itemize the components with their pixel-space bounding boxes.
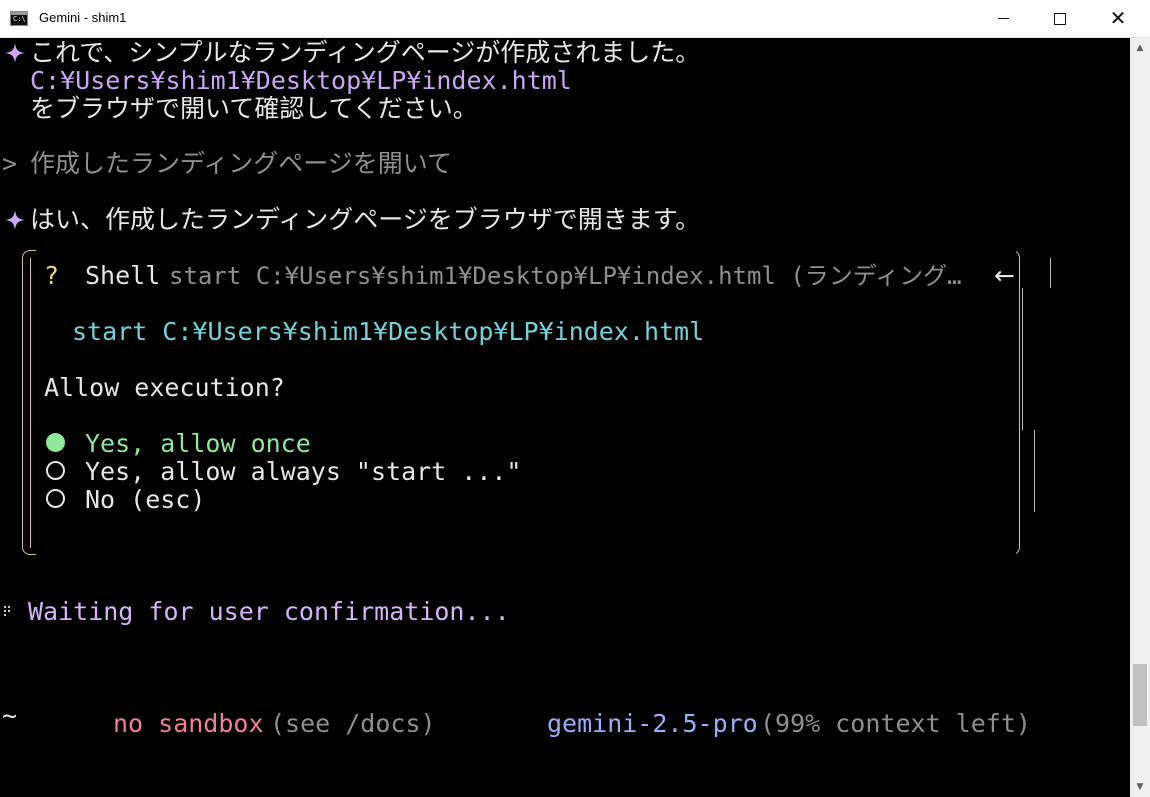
option-allow-always[interactable]: Yes, allow always "start ..." (85, 458, 522, 486)
close-icon: ✕ (1109, 6, 1127, 30)
file-path: C:¥Users¥shim1¥Desktop¥LP¥index.html (30, 66, 572, 95)
tool-name: Shell (85, 261, 161, 290)
minimize-button[interactable] (976, 0, 1032, 38)
gemini-sparkle-icon (5, 210, 25, 230)
sandbox-status: no sandbox (113, 709, 264, 738)
user-prompt-text: 作成したランディングページを開いて (30, 149, 453, 178)
prompt-marker: > (2, 149, 18, 178)
scroll-thumb[interactable] (1133, 664, 1147, 726)
radio-unselected-icon[interactable] (46, 489, 65, 508)
minimize-icon (998, 18, 1009, 19)
console-app-icon: C:\ (10, 11, 28, 26)
shell-command: start C:¥Users¥shim1¥Desktop¥LP¥index.ht… (72, 317, 705, 346)
allow-question: Allow execution? (44, 373, 285, 402)
scroll-down-icon[interactable]: ▼ (1130, 777, 1150, 797)
gemini-sparkle-icon (5, 43, 25, 63)
sandbox-hint: (see /docs) (270, 709, 436, 738)
cwd-indicator: ~ (2, 701, 18, 730)
maximize-button[interactable] (1032, 0, 1088, 38)
title-bar[interactable]: C:\ Gemini - shim1 ✕ (0, 0, 1150, 38)
tool-description: start C:¥Users¥shim1¥Desktop¥LP¥index.ht… (169, 262, 962, 290)
scroll-up-icon[interactable]: ▲ (1130, 38, 1150, 58)
radio-unselected-icon[interactable] (46, 461, 65, 480)
collapse-arrow-icon[interactable]: ← (994, 262, 1015, 290)
terminal-output[interactable]: これで、シンプルなランディングページが作成されました。 C:¥Users¥shi… (0, 38, 1130, 797)
option-no[interactable]: No (esc) (85, 486, 205, 514)
message-line-1: これで、シンプルなランディングページが作成されました。 (30, 38, 701, 67)
context-remaining: (99% context left) (760, 709, 1031, 738)
vertical-scrollbar[interactable]: ▲ ▼ (1130, 38, 1150, 797)
spinner-icon (4, 605, 12, 619)
window-title: Gemini - shim1 (39, 10, 127, 25)
close-button[interactable]: ✕ (1090, 0, 1146, 38)
status-text: Waiting for user confirmation... (28, 597, 510, 626)
option-allow-once[interactable]: Yes, allow once (85, 430, 311, 458)
question-mark: ? (44, 261, 60, 290)
message-line-3: をブラウザで開いて確認してください。 (30, 94, 478, 123)
maximize-icon (1054, 13, 1066, 25)
radio-selected-icon[interactable] (46, 433, 65, 452)
message-line-2: はい、作成したランディングページをブラウザで開きます。 (30, 205, 701, 234)
model-name: gemini-2.5-pro (547, 709, 758, 738)
